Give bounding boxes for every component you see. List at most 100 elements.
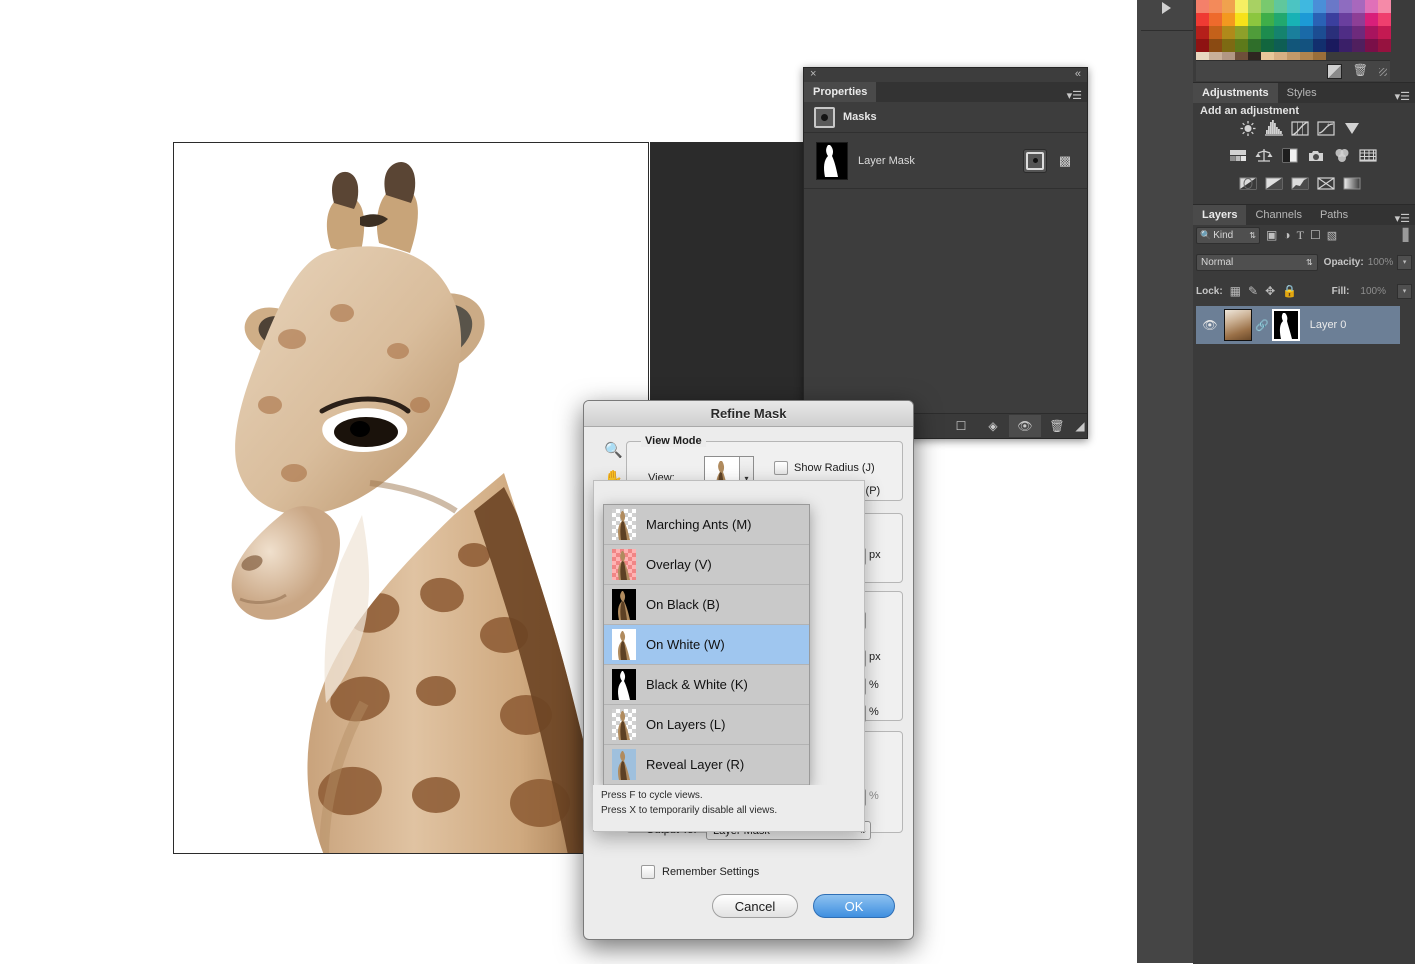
filter-shape-icon[interactable]: ☐: [1310, 228, 1321, 242]
toggle-mask-icon[interactable]: 👁: [1009, 415, 1041, 437]
fill-stepper-icon[interactable]: ▾: [1397, 284, 1412, 299]
layers-panel-menu-icon[interactable]: ▾☰: [1395, 212, 1410, 225]
swatch-27[interactable]: [1352, 13, 1365, 26]
view-mode-option-0[interactable]: Marching Ants (M): [604, 505, 809, 545]
swatch-34[interactable]: [1248, 26, 1261, 39]
threshold-icon[interactable]: [1290, 175, 1310, 192]
opacity-value[interactable]: 100%: [1368, 257, 1394, 268]
tab-properties[interactable]: Properties: [804, 82, 876, 102]
swatch-40[interactable]: [1326, 26, 1339, 39]
lock-transparency-icon[interactable]: ▦: [1230, 284, 1241, 298]
selective-color-icon[interactable]: [1316, 175, 1336, 192]
tab-channels[interactable]: Channels: [1246, 205, 1310, 225]
filter-toggle-icon[interactable]: ▋: [1403, 228, 1412, 242]
swatch-45[interactable]: [1196, 39, 1209, 52]
swatch-30[interactable]: [1196, 26, 1209, 39]
swatch-2[interactable]: [1222, 0, 1235, 13]
swatch-55[interactable]: [1326, 39, 1339, 52]
remember-settings-checkbox[interactable]: [641, 865, 655, 879]
swatch-3[interactable]: [1235, 0, 1248, 13]
tab-paths[interactable]: Paths: [1311, 205, 1357, 225]
filter-adjustment-icon[interactable]: ◑: [1283, 228, 1290, 242]
close-icon[interactable]: ×: [810, 68, 816, 80]
swatch-18[interactable]: [1235, 13, 1248, 26]
dock-gutter[interactable]: [1137, 0, 1193, 963]
view-mode-option-5[interactable]: On Layers (L): [604, 705, 809, 745]
mask-thumbnail[interactable]: [816, 142, 848, 180]
exposure-icon[interactable]: +: [1316, 120, 1336, 137]
swatch-47[interactable]: [1222, 39, 1235, 52]
view-mode-option-1[interactable]: Overlay (V): [604, 545, 809, 585]
layer-thumbnail[interactable]: [1224, 309, 1252, 341]
color-lookup-icon[interactable]: [1358, 147, 1378, 164]
filter-type-icon[interactable]: T: [1297, 228, 1304, 243]
vector-mask-icon[interactable]: ▩: [1055, 151, 1075, 171]
lock-all-icon[interactable]: 🔒: [1282, 284, 1297, 298]
new-swatch-icon[interactable]: [1327, 64, 1342, 79]
swatch-16[interactable]: [1209, 13, 1222, 26]
collapse-icon[interactable]: «: [1075, 68, 1081, 80]
photo-filter-icon[interactable]: [1306, 147, 1326, 164]
swatch-0[interactable]: [1196, 0, 1209, 13]
swatch-38[interactable]: [1300, 26, 1313, 39]
swatch-41[interactable]: [1339, 26, 1352, 39]
show-radius-checkbox[interactable]: [774, 461, 788, 475]
view-mode-option-2[interactable]: On Black (B): [604, 585, 809, 625]
swatch-9[interactable]: [1313, 0, 1326, 13]
swatch-8[interactable]: [1300, 0, 1313, 13]
swatch-52[interactable]: [1287, 39, 1300, 52]
view-mode-option-4[interactable]: Black & White (K): [604, 665, 809, 705]
swatch-24[interactable]: [1313, 13, 1326, 26]
ok-button[interactable]: OK: [813, 894, 895, 918]
show-radius-checkbox-row[interactable]: Show Radius (J): [774, 461, 875, 475]
blend-mode-select[interactable]: Normal ⇅: [1196, 254, 1318, 271]
posterize-icon[interactable]: [1264, 175, 1284, 192]
swatch-31[interactable]: [1209, 26, 1222, 39]
layer-filter-kind[interactable]: 🔍 Kind ⇅: [1196, 227, 1260, 244]
fill-value[interactable]: 100%: [1360, 286, 1386, 297]
swatch-15[interactable]: [1196, 13, 1209, 26]
view-mode-option-3[interactable]: On White (W): [604, 625, 809, 665]
swatch-48[interactable]: [1235, 39, 1248, 52]
resize-grip-icon[interactable]: [1379, 68, 1387, 76]
delete-swatch-icon[interactable]: 🗑: [1353, 63, 1368, 77]
swatch-59[interactable]: [1378, 39, 1391, 52]
swatch-17[interactable]: [1222, 13, 1235, 26]
properties-panel-menu-icon[interactable]: ▾☰: [1067, 89, 1082, 102]
filter-smart-icon[interactable]: ▧: [1327, 229, 1337, 242]
swatch-6[interactable]: [1274, 0, 1287, 13]
swatch-44[interactable]: [1378, 26, 1391, 39]
swatch-49[interactable]: [1248, 39, 1261, 52]
lock-position-icon[interactable]: ✥: [1265, 284, 1275, 298]
color-balance-icon[interactable]: [1254, 147, 1274, 164]
layer-mask-thumbnail[interactable]: [1272, 309, 1300, 341]
hue-saturation-icon[interactable]: [1228, 147, 1248, 164]
swatch-53[interactable]: [1300, 39, 1313, 52]
swatch-26[interactable]: [1339, 13, 1352, 26]
load-selection-icon[interactable]: ☐: [945, 415, 977, 437]
swatch-19[interactable]: [1248, 13, 1261, 26]
swatch-22[interactable]: [1287, 13, 1300, 26]
swatch-58[interactable]: [1365, 39, 1378, 52]
eye-icon[interactable]: 👁: [1196, 318, 1224, 332]
swatch-7[interactable]: [1287, 0, 1300, 13]
adjustments-panel-menu-icon[interactable]: ▾☰: [1395, 90, 1410, 103]
swatch-28[interactable]: [1365, 13, 1378, 26]
swatch-5[interactable]: [1261, 0, 1274, 13]
swatch-50[interactable]: [1261, 39, 1274, 52]
brightness-contrast-icon[interactable]: [1238, 120, 1258, 137]
swatch-10[interactable]: [1326, 0, 1339, 13]
document-window[interactable]: [173, 142, 649, 854]
link-icon[interactable]: 🔗: [1255, 319, 1269, 332]
zoom-tool-icon[interactable]: 🔍: [604, 441, 623, 459]
table-row[interactable]: 👁 🔗 Layer 0: [1196, 306, 1400, 344]
curves-icon[interactable]: [1290, 120, 1310, 137]
delete-mask-icon[interactable]: 🗑: [1041, 415, 1073, 437]
swatch-1[interactable]: [1209, 0, 1222, 13]
expand-arrow-icon[interactable]: [1162, 2, 1171, 14]
swatch-36[interactable]: [1274, 26, 1287, 39]
black-white-icon[interactable]: [1280, 147, 1300, 164]
invert-icon[interactable]: [1238, 175, 1258, 192]
swatch-29[interactable]: [1378, 13, 1391, 26]
vibrance-icon[interactable]: [1342, 120, 1362, 137]
